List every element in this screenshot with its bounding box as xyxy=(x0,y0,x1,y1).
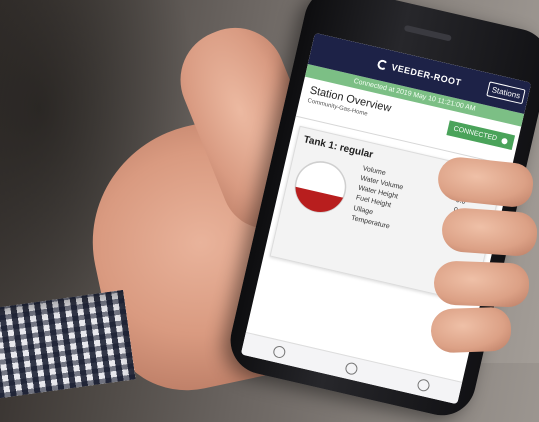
brand-name: VEEDER-ROOT xyxy=(390,62,463,88)
tab-home-icon[interactable] xyxy=(272,344,287,360)
finger-2 xyxy=(440,206,539,258)
finger-3 xyxy=(433,260,530,308)
status-dot-icon xyxy=(501,137,509,145)
tab-more-icon[interactable] xyxy=(416,378,431,393)
stations-button[interactable]: Stations xyxy=(486,81,526,105)
veeder-root-logo-icon xyxy=(376,58,389,71)
tank-level-gauge xyxy=(290,161,347,217)
shirt-sleeve xyxy=(0,289,136,401)
location-pin-icon[interactable] xyxy=(344,361,359,376)
finger-4 xyxy=(430,306,512,354)
